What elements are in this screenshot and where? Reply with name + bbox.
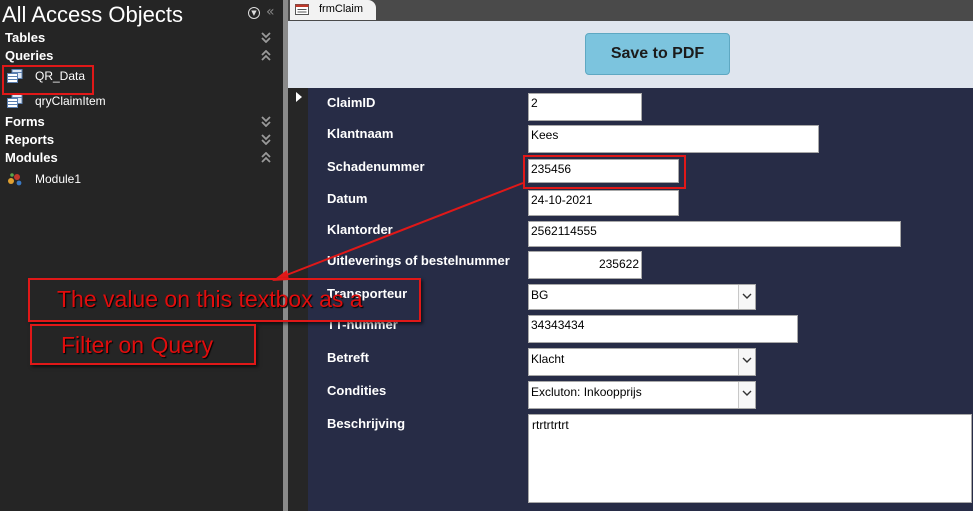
save-to-pdf-button[interactable]: Save to PDF: [585, 33, 730, 75]
label-uitlevering: Uitleverings of bestelnummer: [327, 253, 510, 268]
collapse-modules-icon[interactable]: [261, 151, 271, 167]
condities-combo[interactable]: Excluton: Inkoopprijs: [528, 381, 756, 409]
expand-reports-icon[interactable]: [261, 134, 271, 149]
query-icon: [7, 94, 23, 108]
label-condities: Condities: [327, 383, 387, 398]
shutter-bar-collapse-icon[interactable]: «: [266, 4, 275, 20]
label-schadenummer: Schadenummer: [327, 159, 425, 174]
nav-pane-title[interactable]: All Access Objects: [2, 2, 183, 28]
nav-group-modules[interactable]: Modules: [5, 150, 58, 165]
transporteur-combo[interactable]: BG: [528, 284, 756, 310]
collapse-queries-icon[interactable]: [261, 49, 271, 65]
document-tab-strip: frmClaim: [288, 0, 973, 21]
nav-menu-chevron-icon[interactable]: ▼: [248, 7, 260, 19]
nav-item-label: qryClaimItem: [35, 94, 106, 108]
klantnaam-field[interactable]: Kees: [528, 125, 819, 153]
datum-field[interactable]: 24-10-2021: [528, 190, 679, 216]
label-klantorder: Klantorder: [327, 222, 393, 237]
form-icon: [295, 4, 309, 15]
nav-group-tables[interactable]: Tables: [5, 30, 45, 45]
combo-value: Excluton: Inkoopprijs: [531, 385, 642, 399]
nav-group-reports[interactable]: Reports: [5, 132, 54, 147]
annotation-text-1: The value on this textbox as a: [57, 286, 363, 312]
combo-value: BG: [531, 288, 549, 302]
expand-tables-icon[interactable]: [261, 32, 271, 47]
module-icon: [8, 173, 22, 186]
klantorder-field[interactable]: 2562114555: [528, 221, 901, 247]
dropdown-arrow-icon[interactable]: [738, 285, 755, 309]
nav-item-label: Module1: [35, 172, 82, 186]
tt-nummer-field[interactable]: 34343434: [528, 315, 798, 343]
nav-item-module1[interactable]: Module1: [7, 170, 277, 190]
highlight-qr-data: [2, 65, 94, 95]
claim-id-field[interactable]: 2: [528, 93, 642, 121]
annotation-text-2: Filter on Query: [61, 332, 214, 358]
label-datum: Datum: [327, 191, 368, 206]
label-betreft: Betreft: [327, 350, 369, 365]
label-klantnaam: Klantnaam: [327, 126, 394, 141]
highlight-schadenummer: [523, 155, 686, 189]
label-beschrijving: Beschrijving: [327, 416, 406, 431]
dropdown-arrow-icon[interactable]: [738, 349, 755, 375]
nav-group-queries[interactable]: Queries: [5, 48, 53, 63]
beschrijving-memo[interactable]: rtrtrtrtrt: [528, 414, 972, 503]
form-header: Save to PDF: [288, 21, 973, 88]
current-record-arrow-icon: [296, 92, 302, 102]
nav-group-forms[interactable]: Forms: [5, 114, 45, 129]
combo-value: Klacht: [531, 352, 565, 366]
tab-frmclaim[interactable]: frmClaim: [290, 0, 376, 20]
uitlevering-field[interactable]: 235622: [528, 251, 642, 279]
dropdown-arrow-icon[interactable]: [738, 382, 755, 408]
betreft-combo[interactable]: Klacht: [528, 348, 756, 376]
expand-forms-icon[interactable]: [261, 116, 271, 131]
nav-item-qryclaimitem[interactable]: qryClaimItem: [7, 92, 277, 112]
tab-label: frmClaim: [319, 3, 363, 15]
label-claim-id: ClaimID: [327, 95, 376, 110]
